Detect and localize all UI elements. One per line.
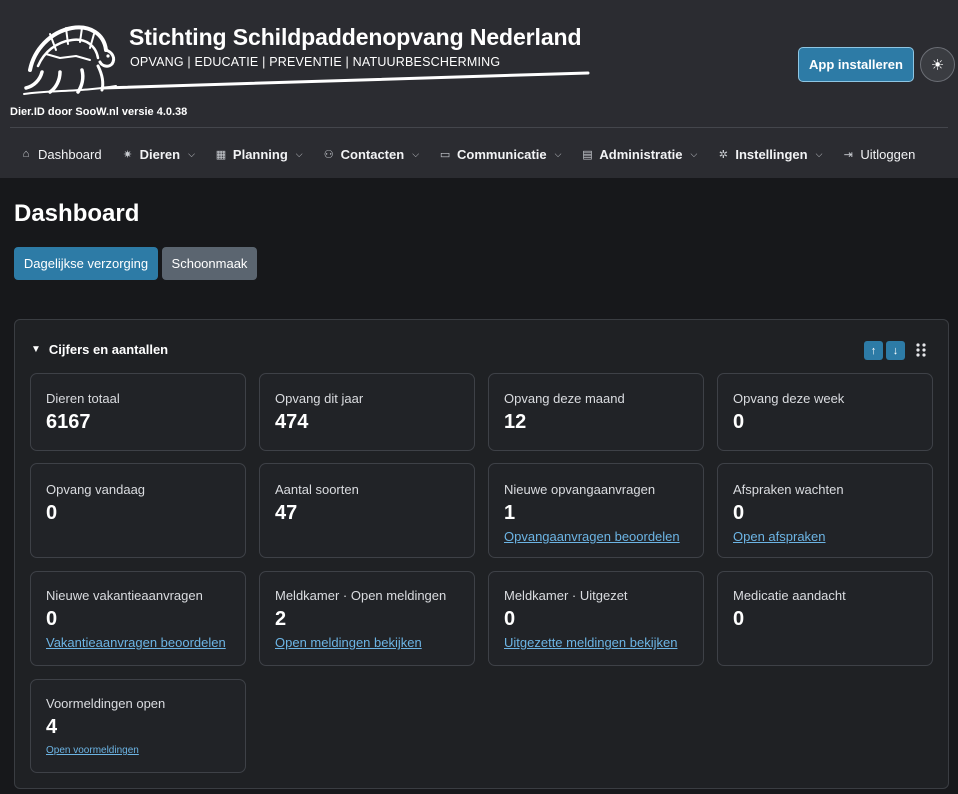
stat-label: Aantal soorten (275, 482, 359, 497)
arrow-down-icon: ↓ (892, 344, 899, 357)
stat-card-meldkamer-uitgezet: Meldkamer · Uitgezet 0 Uitgezette meldin… (488, 571, 704, 666)
stat-label: Opvang dit jaar (275, 391, 364, 406)
stat-label: Nieuwe opvangaanvragen (504, 482, 656, 497)
stat-label: Afspraken wachten (733, 482, 844, 497)
triangle-down-icon: ▼ (31, 344, 41, 355)
move-up-button[interactable]: ↑ (864, 341, 883, 360)
move-down-button[interactable]: ↓ (886, 341, 905, 360)
stat-card-medicatie-aandacht: Medicatie aandacht 0 (717, 571, 933, 666)
main-navigation: ⌂ Dashboard ✷ Dieren ⌵ ▦ Planning ⌵ ⚇ Co… (10, 136, 925, 172)
stat-value: 0 (46, 608, 58, 630)
cleaning-button[interactable]: Schoonmaak (162, 247, 257, 280)
chevron-down-icon: ⌵ (815, 148, 823, 159)
chat-icon: ▭ (439, 148, 451, 161)
stat-value: 1 (504, 502, 516, 524)
paw-icon: ✷ (123, 148, 133, 161)
stat-value: 0 (733, 502, 745, 524)
stat-card-opvang-jaar: Opvang dit jaar 474 (259, 373, 475, 451)
chevron-down-icon: ⌵ (690, 148, 698, 159)
document-icon: ▤ (582, 148, 593, 161)
stat-card-aantal-soorten: Aantal soorten 47 (259, 463, 475, 558)
review-holiday-requests-link[interactable]: Vakantieaanvragen beoordelen (46, 635, 226, 650)
stat-label: Opvang deze week (733, 391, 845, 406)
nav-label: Planning (232, 146, 288, 162)
organization-title: Stichting Schildpaddenopvang Nederland (129, 24, 582, 50)
stat-label: Opvang vandaag (46, 482, 146, 497)
gear-icon: ✲ (718, 148, 728, 161)
stat-value: 0 (504, 608, 516, 630)
stat-card-meldkamer-open: Meldkamer · Open meldingen 2 Open meldin… (259, 571, 475, 666)
calendar-icon: ▦ (215, 148, 227, 161)
chevron-down-icon: ⌵ (188, 148, 195, 159)
nav-label: Communicatie (457, 146, 547, 162)
open-pre-reports-link[interactable]: Open voormeldingen (46, 745, 139, 756)
nav-label: Administratie (599, 146, 683, 162)
stat-label: Meldkamer · Open meldingen (275, 588, 447, 603)
stats-panel-title: Cijfers en aantallen (48, 342, 169, 357)
stat-label: Nieuwe vakantieaanvragen (46, 588, 203, 603)
stat-card-vakantieaanvragen: Nieuwe vakantieaanvragen 0 Vakantieaanvr… (30, 571, 246, 666)
stat-value: 0 (733, 608, 745, 630)
stats-panel: ▼ Cijfers en aantallen ↑ ↓ Dieren totaal… (14, 319, 949, 789)
nav-label: Uitloggen (860, 146, 916, 162)
people-icon: ⚇ (323, 148, 334, 161)
nav-label: Dashboard (38, 146, 102, 162)
swoosh-decoration-icon (100, 71, 590, 90)
nav-item-uitloggen[interactable]: ⇥ Uitloggen (832, 136, 925, 172)
nav-item-dieren[interactable]: ✷ Dieren ⌵ (112, 136, 205, 172)
nav-label: Dieren (139, 146, 181, 162)
nav-item-contacten[interactable]: ⚇ Contacten ⌵ (313, 136, 429, 172)
version-label: Dier.ID door SooW.nl versie 4.0.38 (10, 106, 188, 118)
stat-card-nieuwe-opvangaanvragen: Nieuwe opvangaanvragen 1 Opvangaanvragen… (488, 463, 704, 558)
stat-card-afspraken-wachten: Afspraken wachten 0 Open afspraken (717, 463, 933, 558)
home-icon: ⌂ (22, 148, 30, 160)
stat-label: Meldkamer · Uitgezet (504, 588, 628, 603)
stat-card-opvang-week: Opvang deze week 0 (717, 373, 933, 451)
drag-handle-icon[interactable] (915, 342, 927, 358)
page-title: Dashboard (14, 200, 140, 227)
arrow-up-icon: ↑ (870, 344, 877, 357)
stat-value: 6167 (46, 411, 91, 433)
stat-label: Voormeldingen open (46, 696, 166, 711)
stat-label: Opvang deze maand (504, 391, 625, 406)
stat-card-opvang-maand: Opvang deze maand 12 (488, 373, 704, 451)
chevron-down-icon: ⌵ (554, 148, 562, 159)
nav-item-administratie[interactable]: ▤ Administratie ⌵ (571, 136, 707, 172)
stat-value: 2 (275, 608, 287, 630)
chevron-down-icon: ⌵ (295, 148, 303, 159)
logout-icon: ⇥ (843, 148, 853, 161)
stat-card-opvang-vandaag: Opvang vandaag 0 (30, 463, 246, 558)
stat-value: 4 (46, 716, 58, 738)
nav-item-instellingen[interactable]: ✲ Instellingen ⌵ (707, 136, 832, 172)
open-appointments-link[interactable]: Open afspraken (733, 529, 826, 544)
stat-value: 0 (46, 502, 58, 524)
nav-item-communicatie[interactable]: ▭ Communicatie ⌵ (429, 136, 571, 172)
stat-label: Dieren totaal (46, 391, 120, 406)
view-dispatched-reports-link[interactable]: Uitgezette meldingen bekijken (504, 635, 677, 650)
install-app-button[interactable]: App installeren (798, 47, 914, 82)
nav-label: Contacten (340, 146, 405, 162)
stat-card-voormeldingen: Voormeldingen open 4 Open voormeldingen (30, 679, 246, 773)
stat-value: 474 (275, 411, 309, 433)
stat-value: 47 (275, 502, 298, 524)
stat-label: Medicatie aandacht (733, 588, 846, 603)
nav-label: Instellingen (735, 146, 808, 162)
nav-item-dashboard[interactable]: ⌂ Dashboard (10, 136, 112, 172)
stat-card-dieren-totaal: Dieren totaal 6167 (30, 373, 246, 451)
sun-icon: ☀ (930, 56, 945, 74)
view-open-reports-link[interactable]: Open meldingen bekijken (275, 635, 422, 650)
organization-tagline: OPVANG | EDUCATIE | PREVENTIE | NATUURBE… (130, 55, 501, 69)
stat-value: 0 (733, 411, 745, 433)
header-divider (10, 127, 948, 128)
stat-value: 12 (504, 411, 527, 433)
review-requests-link[interactable]: Opvangaanvragen beoordelen (504, 529, 680, 544)
chevron-down-icon: ⌵ (412, 148, 420, 159)
app-header: Stichting Schildpaddenopvang Nederland O… (0, 0, 958, 178)
theme-toggle-button[interactable]: ☀ (920, 47, 955, 82)
daily-care-button[interactable]: Dagelijkse verzorging (14, 247, 158, 280)
stats-panel-toggle[interactable]: ▼ Cijfers en aantallen (31, 342, 168, 357)
nav-item-planning[interactable]: ▦ Planning ⌵ (205, 136, 313, 172)
